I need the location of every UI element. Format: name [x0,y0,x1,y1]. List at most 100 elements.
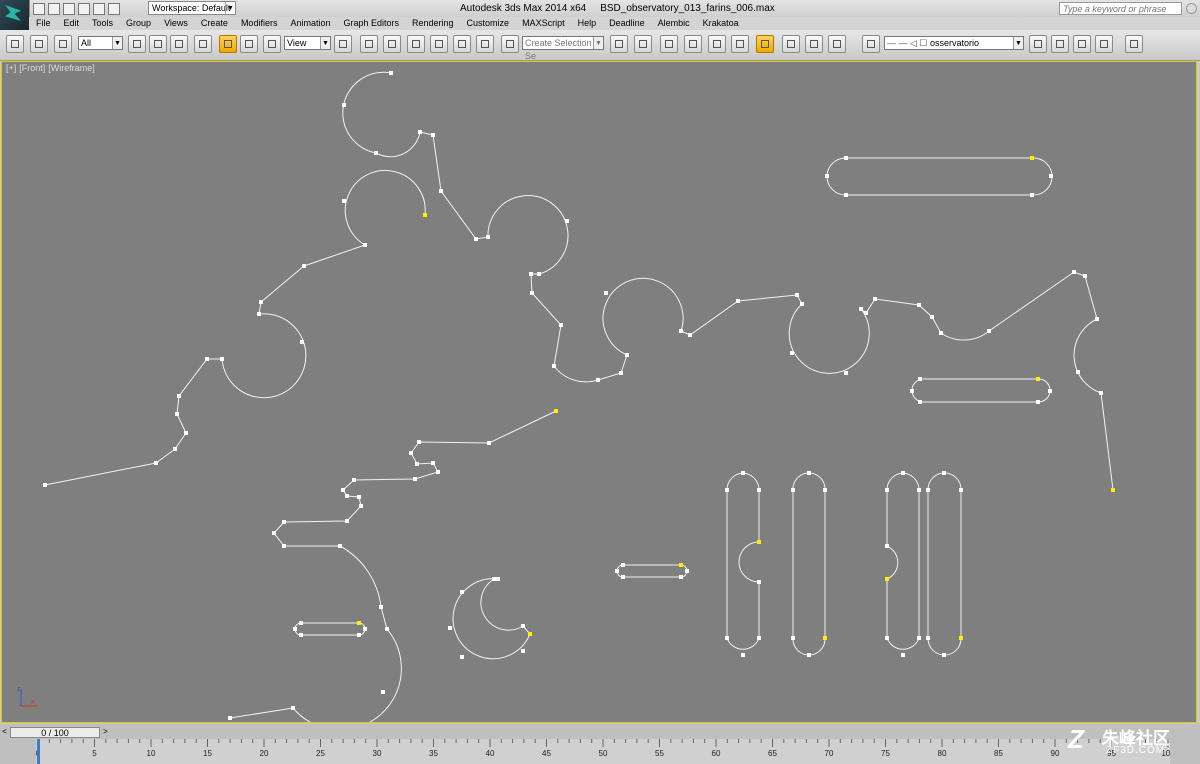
spline-vertex[interactable] [521,649,525,653]
menu-maxscript[interactable]: MAXScript [515,17,571,30]
material-editor-icon[interactable] [756,35,774,53]
open-file-icon[interactable] [48,3,60,15]
time-slider[interactable]: 0 / 100 [10,727,100,738]
select-and-move-icon[interactable] [219,35,237,53]
spline-vertex[interactable] [413,477,417,481]
spline-vertex[interactable] [282,544,286,548]
spline-first-vertex[interactable] [823,636,827,640]
spline-vertex[interactable] [359,504,363,508]
menu-file[interactable]: File [29,17,57,30]
spline-vertex[interactable] [486,235,490,239]
spline-vertex[interactable] [844,193,848,197]
spline-vertex[interactable] [885,488,889,492]
redo-icon[interactable] [93,3,105,15]
spline-vertex[interactable] [596,378,600,382]
spline-vertex[interactable] [725,636,729,640]
spline-vertex[interactable] [807,471,811,475]
spline-vertex[interactable] [604,291,608,295]
spline-vertex[interactable] [559,323,563,327]
graphite-ribbon-icon[interactable] [684,35,702,53]
spline-vertex[interactable] [282,520,286,524]
spline-vertex[interactable] [844,156,848,160]
spline-vertex[interactable] [409,451,413,455]
search-input[interactable]: Type a keyword or phrase [1059,2,1182,15]
select-manipulate-icon[interactable] [360,35,378,53]
mirror-icon[interactable] [610,35,628,53]
spline-vertex[interactable] [291,706,295,710]
spline-vertex[interactable] [43,483,47,487]
select-object-icon[interactable] [128,35,146,53]
spline-vertex[interactable] [173,447,177,451]
spline-vertex[interactable] [474,237,478,241]
spline-vertex[interactable] [345,519,349,523]
spline-vertex[interactable] [205,357,209,361]
spline-vertex[interactable] [417,440,421,444]
pivot-center-icon[interactable] [334,35,352,53]
spline-first-vertex[interactable] [528,632,532,636]
layer-manager-icon[interactable] [660,35,678,53]
spline-vertex[interactable] [790,351,794,355]
spline-vertex[interactable] [917,488,921,492]
rectangular-selection-icon[interactable] [170,35,188,53]
time-slider-next-button[interactable]: > [101,727,110,738]
rendered-frame-window-icon[interactable] [805,35,823,53]
spline-vertex[interactable] [228,716,232,720]
spline-vertex[interactable] [939,331,943,335]
spline-vertex[interactable] [342,199,346,203]
spline-vertex[interactable] [901,471,905,475]
spline-vertex[interactable] [791,636,795,640]
undo-icon[interactable] [78,3,90,15]
spline-first-vertex[interactable] [1030,156,1034,160]
spline-vertex[interactable] [1049,174,1053,178]
current-frame-marker[interactable] [37,739,40,764]
spline-vertex[interactable] [177,394,181,398]
spline-vertex[interactable] [338,544,342,548]
select-in-layer-icon[interactable] [1073,35,1091,53]
spline-first-vertex[interactable] [357,621,361,625]
spline-vertex[interactable] [823,488,827,492]
render-production-icon[interactable] [828,35,846,53]
spline-first-vertex[interactable] [554,409,558,413]
spline-vertex[interactable] [625,353,629,357]
max-tools-icon[interactable] [1125,35,1143,53]
spline-vertices[interactable] [43,71,1115,720]
spline-vertex[interactable] [363,243,367,247]
spline-vertex[interactable] [795,293,799,297]
spline-tall-capsule-2[interactable] [792,472,826,656]
set-current-layer-icon[interactable] [1095,35,1113,53]
spline-vertex[interactable] [272,531,276,535]
spline-vertex[interactable] [1072,270,1076,274]
new-file-icon[interactable] [33,3,45,15]
menu-krakatoa[interactable]: Krakatoa [696,17,745,30]
spline-vertex[interactable] [357,495,361,499]
percent-snap-icon[interactable] [453,35,471,53]
spline-vertex[interactable] [175,412,179,416]
spline-vertex[interactable] [679,575,683,579]
spline-first-vertex[interactable] [423,213,427,217]
spline-vertex[interactable] [800,302,804,306]
spline-vertex[interactable] [1099,391,1103,395]
schematic-view-icon[interactable] [731,35,749,53]
spline-vertex[interactable] [341,488,345,492]
spline-first-vertex[interactable] [885,577,889,581]
menu-tools[interactable]: Tools [85,17,119,30]
render-setup-icon[interactable] [782,35,800,53]
selection-filter-dropdown[interactable]: All ▼ [78,36,123,50]
snaps-toggle-icon[interactable] [407,35,425,53]
spline-tall-capsule-1[interactable] [726,472,760,650]
spline-capsule-small-center[interactable] [616,564,688,578]
workspace-dropdown[interactable]: Workspace: Default ▼ [148,1,236,15]
bind-space-warp-icon[interactable] [54,35,72,53]
spline-vertex[interactable] [917,303,921,307]
spline-arc-top[interactable] [342,71,1114,491]
spline-vertex[interactable] [357,633,361,637]
spline-first-vertex[interactable] [679,563,683,567]
named-selection-dropdown[interactable]: Create Selection Se ▼ [522,36,604,61]
spline-tall-capsule-4[interactable] [927,472,962,656]
select-by-name-icon[interactable] [149,35,167,53]
spline-vertex[interactable] [374,151,378,155]
select-and-link-icon[interactable] [6,35,24,53]
spline-vertex[interactable] [418,130,422,134]
spline-vertex[interactable] [492,577,496,581]
spline-vertex[interactable] [942,471,946,475]
